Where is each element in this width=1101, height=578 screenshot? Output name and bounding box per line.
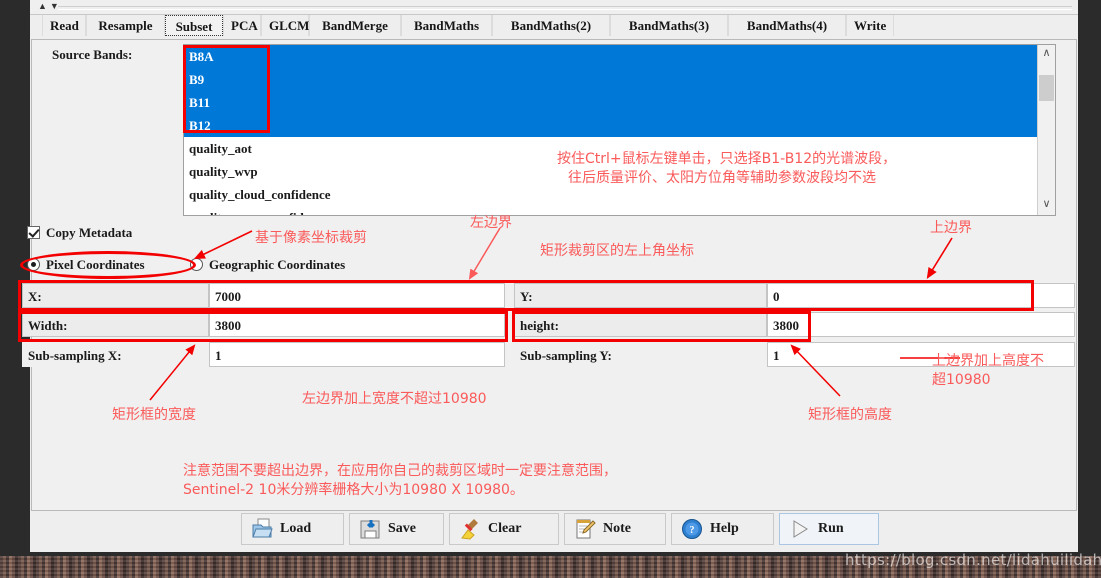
band-list-item[interactable]: quality_snow_confidence — [184, 206, 1055, 215]
field-label-subsampling-x: Sub-sampling X: — [22, 342, 209, 367]
field-input-subsampling-x[interactable]: 1 — [209, 342, 505, 367]
annotation-left-border: 左边界 — [470, 215, 512, 231]
play-triangle-icon — [789, 518, 811, 540]
button-label: Save — [388, 521, 416, 536]
floppy-save-icon — [359, 518, 381, 540]
band-list-item[interactable]: B12 — [184, 114, 1055, 137]
band-list-item[interactable]: B9 — [184, 68, 1055, 91]
band-list-item[interactable]: B11 — [184, 91, 1055, 114]
field-label-width: Width: — [22, 312, 209, 337]
bands-list-scrollbar[interactable]: ∧ ∨ — [1037, 45, 1055, 215]
annotation-bands-hint-line1: 按住Ctrl+鼠标左键单击，只选择B1-B12的光谱波段， — [557, 151, 897, 167]
notepad-pencil-icon — [574, 518, 596, 540]
run-button[interactable]: Run — [779, 513, 879, 545]
button-label: Help — [710, 521, 739, 536]
tab-bandmaths4[interactable]: BandMaths(4) — [728, 15, 846, 36]
annotation-rect-height: 矩形框的高度 — [808, 407, 892, 423]
tab-read[interactable]: Read — [42, 15, 86, 36]
field-input-height[interactable]: 3800 — [767, 312, 1075, 337]
band-list-item[interactable]: B8A — [184, 45, 1055, 68]
field-label-height: height: — [514, 312, 767, 337]
tab-bandmerge[interactable]: BandMerge — [309, 15, 401, 36]
background-photo-strip-left — [0, 566, 410, 578]
folder-open-icon — [251, 518, 273, 540]
source-bands-list[interactable]: B8A B9 B11 B12 quality_aot quality_wvp quality… — [183, 44, 1056, 216]
field-input-width[interactable]: 3800 — [209, 312, 505, 337]
button-label: Load — [280, 521, 312, 536]
annotation-footer-line1: 注意范围不要超出边界，在应用你自己的裁剪区域时一定要注意范围， — [183, 463, 617, 479]
annotation-rect-width: 矩形框的宽度 — [112, 407, 196, 423]
scroll-up-icon[interactable]: ∧ — [1038, 46, 1055, 63]
tab-bandmaths[interactable]: BandMaths — [401, 15, 492, 36]
field-label-x: X: — [22, 283, 209, 308]
annotation-top-plus-height-line1: 上边界加上高度不 — [932, 353, 1044, 369]
tab-bandmaths2[interactable]: BandMaths(2) — [492, 15, 610, 36]
copy-metadata-checkbox[interactable] — [27, 226, 40, 239]
annotation-bands-hint-line2: 往后质量评价、太阳方位角等辅助参数波段均不选 — [568, 170, 876, 186]
field-input-x[interactable]: 7000 — [209, 283, 505, 308]
broom-icon — [459, 518, 481, 540]
geographic-coordinates-label[interactable]: Geographic Coordinates — [209, 257, 345, 273]
note-button[interactable]: Note — [564, 513, 666, 545]
save-button[interactable]: Save — [349, 513, 444, 545]
field-label-subsampling-y: Sub-sampling Y: — [514, 342, 767, 367]
scroll-down-icon[interactable]: ∨ — [1038, 197, 1055, 214]
field-label-y: Y: — [514, 283, 767, 308]
annotation-top-plus-height-line2: 超10980 — [932, 372, 991, 388]
annotation-top-left-corner: 矩形裁剪区的左上角坐标 — [540, 243, 694, 259]
question-circle-icon: ? — [681, 518, 703, 540]
tab-subset[interactable]: Subset — [165, 15, 223, 36]
tab-glcm[interactable]: GLCM — [261, 15, 309, 36]
clear-button[interactable]: Clear — [449, 513, 559, 545]
annotation-pixel-coord-hint: 基于像素坐标裁剪 — [255, 230, 367, 246]
source-bands-label: Source Bands: — [52, 47, 133, 62]
tab-resample[interactable]: Resample — [86, 15, 165, 36]
svg-text:?: ? — [690, 525, 695, 536]
copy-metadata-label: Copy Metadata — [46, 225, 133, 240]
source-bands-rows: B8A B9 B11 B12 quality_aot quality_wvp quality… — [184, 45, 1055, 215]
annotation-footer-line2: Sentinel-2 10米分辨率栅格大小为10980 X 10980。 — [183, 482, 524, 498]
annotation-left-plus-width: 左边界加上宽度不超过10980 — [302, 391, 487, 407]
button-label: Clear — [488, 521, 522, 536]
window-right-shadow — [1078, 0, 1101, 566]
watermark-text: https://blog.csdn.net/lidahuilidahui — [845, 551, 1101, 569]
tab-write[interactable]: Write — [846, 15, 894, 36]
annotation-ellipse-pixel-coordinates — [20, 251, 196, 279]
tab-bandmaths3[interactable]: BandMaths(3) — [610, 15, 728, 36]
field-input-y[interactable]: 0 — [767, 283, 1075, 308]
button-label: Run — [818, 521, 844, 536]
top-scroll-bar[interactable]: ▲▼ — [30, 0, 1078, 15]
scrollbar-thumb[interactable] — [1039, 75, 1054, 101]
tab-bar: Read Resample Subset PCA GLCM BandMerge BandMa… — [30, 15, 1078, 37]
annotation-top-border: 上边界 — [930, 220, 972, 236]
button-label: Note — [603, 521, 631, 536]
toolbar-divider — [58, 6, 1072, 10]
application-window: ▲▼ Read Resample Subset PCA GLCM BandMerge Ban… — [0, 0, 1101, 578]
load-button[interactable]: Load — [241, 513, 344, 545]
tab-pca[interactable]: PCA — [223, 15, 261, 36]
help-button[interactable]: ? Help — [671, 513, 774, 545]
